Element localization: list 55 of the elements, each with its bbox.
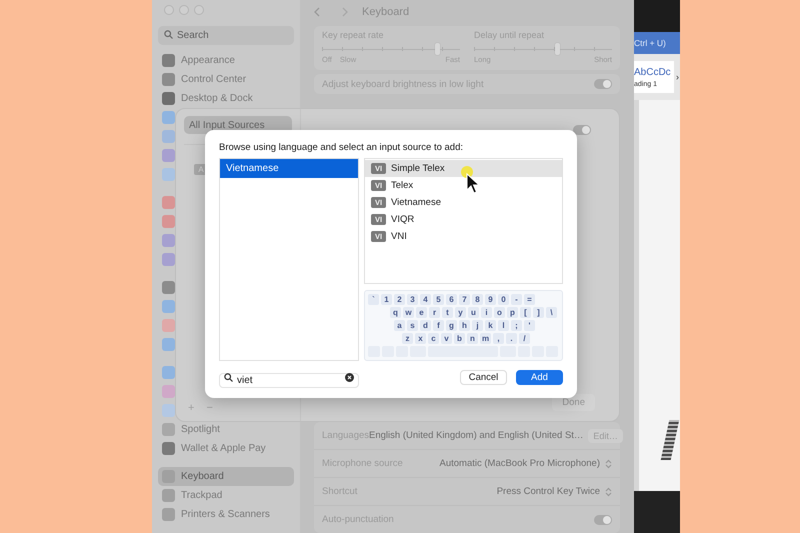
keyboard-key: v [441,333,452,344]
keyboard-key: w [403,307,414,318]
input-source-name: Vietnamese [391,197,441,208]
keyboard-key: e [416,307,427,318]
keyboard-key: = [524,294,535,305]
keyboard-key: c [428,333,439,344]
keyboard-key: 2 [394,294,405,305]
keyboard-key: ; [511,320,522,331]
keyboard-key: m [480,333,491,344]
keyboard-key: i [481,307,492,318]
keyboard-key: f [433,320,444,331]
keyboard-key: ' [524,320,535,331]
keyboard-key: 8 [472,294,483,305]
keyboard-key: p [507,307,518,318]
keyboard-key: 3 [407,294,418,305]
keyboard-key: 1 [381,294,392,305]
shortcut-text: Ctrl + U) [634,38,666,48]
keyboard-key: \ [546,307,557,318]
keyboard-key: 5 [433,294,444,305]
keyboard-key: 4 [420,294,431,305]
keyboard-key: ` [368,294,379,305]
keyboard-key: g [446,320,457,331]
keyboard-key: j [472,320,483,331]
keyboard-key: ] [533,307,544,318]
keyboard-key: / [519,333,530,344]
keyboard-key: s [407,320,418,331]
keyboard-key: d [420,320,431,331]
keyboard-key: y [455,307,466,318]
keyboard-key: q [390,307,401,318]
keyboard-key: r [429,307,440,318]
keyboard-key: 7 [459,294,470,305]
input-source-name: VIQR [391,214,414,225]
keyboard-key: b [454,333,465,344]
keyboard-key: [ [520,307,531,318]
keyboard-key: x [415,333,426,344]
keyboard-key: 6 [446,294,457,305]
keyboard-key: z [402,333,413,344]
keyboard-key: 0 [498,294,509,305]
keyboard-key: h [459,320,470,331]
keyboard-key: 9 [485,294,496,305]
dialog-prompt: Browse using language and select an input source to add: [219,142,464,155]
keyboard-key: n [467,333,478,344]
keyboard-key: a [394,320,405,331]
keyboard-key: l [498,320,509,331]
keyboard-key: , [493,333,504,344]
input-source-name: Telex [391,180,414,191]
keyboard-key: . [506,333,517,344]
input-source-name: Simple Telex [391,163,445,174]
keyboard-key: o [494,307,505,318]
keyboard-key: t [442,307,453,318]
keyboard-key: k [485,320,496,331]
setting-value: English (United Kingdom) and English (United St… [369,430,584,441]
input-source-name: VNI [391,231,407,242]
keyboard-key: u [468,307,479,318]
keyboard-key: - [511,294,522,305]
